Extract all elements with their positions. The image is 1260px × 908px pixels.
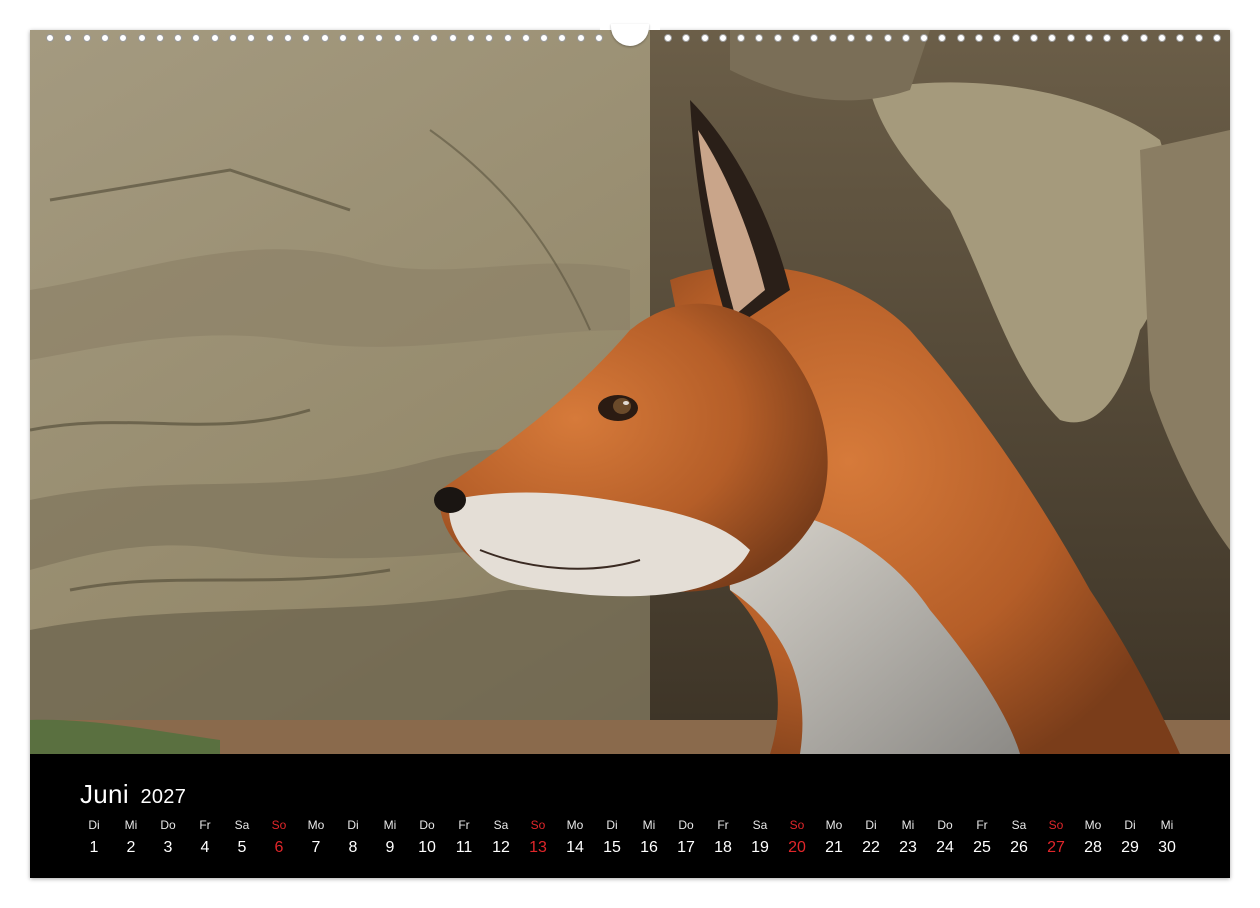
- day-number: 28: [1084, 839, 1102, 856]
- day-number: 20: [788, 839, 806, 856]
- weekday-label: Fr: [976, 818, 988, 832]
- weekday-label: So: [1048, 818, 1064, 832]
- weekday-label: Mi: [901, 818, 915, 832]
- day-number: 27: [1047, 839, 1065, 856]
- weekday-label: Sa: [752, 818, 768, 832]
- weekday-label: Di: [865, 818, 877, 832]
- weekday-label: Di: [347, 818, 359, 832]
- day-number: 18: [714, 839, 732, 856]
- day-number: 21: [825, 839, 843, 856]
- day-number: 1: [89, 839, 99, 856]
- weekday-label: Sa: [1011, 818, 1027, 832]
- day-number: 13: [529, 839, 547, 856]
- weekday-label: Mi: [1160, 818, 1174, 832]
- weekday-label: So: [271, 818, 287, 832]
- weekday-label: Fr: [458, 818, 470, 832]
- weekday-label: Mo: [566, 818, 584, 832]
- weekday-label: Sa: [234, 818, 250, 832]
- fox-cub-icon: [30, 30, 1230, 754]
- day-number: 14: [566, 839, 584, 856]
- day-number: 2: [126, 839, 136, 856]
- day-number: 12: [492, 839, 510, 856]
- day-number: 25: [973, 839, 991, 856]
- day-number: 24: [936, 839, 954, 856]
- weekday-label: Mi: [642, 818, 656, 832]
- day-grid: Di 1 Mi 2 Do 3 Fr 4 Sa 5 So 6 Mo 7 Di 8 Mi 9 Do 10 Fr 11 Sa 12 S…: [30, 754, 1230, 878]
- day-number: 4: [200, 839, 210, 856]
- weekday-label: Di: [606, 818, 618, 832]
- weekday-label: Do: [160, 818, 176, 832]
- calendar-page: Juni 2027 Di 1 Mi 2 Do 3 Fr 4 Sa 5 So 6 Mo 7 Di 8 Mi 9 Do 1…: [30, 30, 1230, 878]
- day-number: 30: [1158, 839, 1176, 856]
- weekday-label: Mi: [383, 818, 397, 832]
- weekday-label: Do: [678, 818, 694, 832]
- day-number: 6: [274, 839, 284, 856]
- weekday-label: So: [789, 818, 805, 832]
- fox-photo: [30, 30, 1230, 754]
- weekday-label: Do: [419, 818, 435, 832]
- weekday-label: Mo: [1084, 818, 1102, 832]
- weekday-label: Mo: [825, 818, 843, 832]
- day-number: 8: [348, 839, 358, 856]
- weekday-label: Di: [88, 818, 100, 832]
- day-number: 17: [677, 839, 695, 856]
- day-number: 29: [1121, 839, 1139, 856]
- day-number: 19: [751, 839, 769, 856]
- weekday-label: Do: [937, 818, 953, 832]
- day-number: 23: [899, 839, 917, 856]
- day-number: 7: [311, 839, 321, 856]
- weekday-label: So: [530, 818, 546, 832]
- weekday-label: Fr: [717, 818, 729, 832]
- hanger-gap: [600, 0, 660, 30]
- day-number: 16: [640, 839, 658, 856]
- weekday-label: Sa: [493, 818, 509, 832]
- weekday-label: Di: [1124, 818, 1136, 832]
- calendar-strip: Juni 2027 Di 1 Mi 2 Do 3 Fr 4 Sa 5 So 6 Mo 7 Di 8 Mi 9 Do 1…: [30, 754, 1230, 878]
- day-number: 15: [603, 839, 621, 856]
- weekday-label: Mo: [307, 818, 325, 832]
- weekday-label: Fr: [199, 818, 211, 832]
- day-number: 22: [862, 839, 880, 856]
- day-number: 3: [163, 839, 173, 856]
- day-number: 11: [455, 839, 473, 856]
- day-number: 5: [237, 839, 247, 856]
- day-number: 26: [1010, 839, 1028, 856]
- day-number: 9: [385, 839, 395, 856]
- weekday-label: Mi: [124, 818, 138, 832]
- day-number: 10: [418, 839, 436, 856]
